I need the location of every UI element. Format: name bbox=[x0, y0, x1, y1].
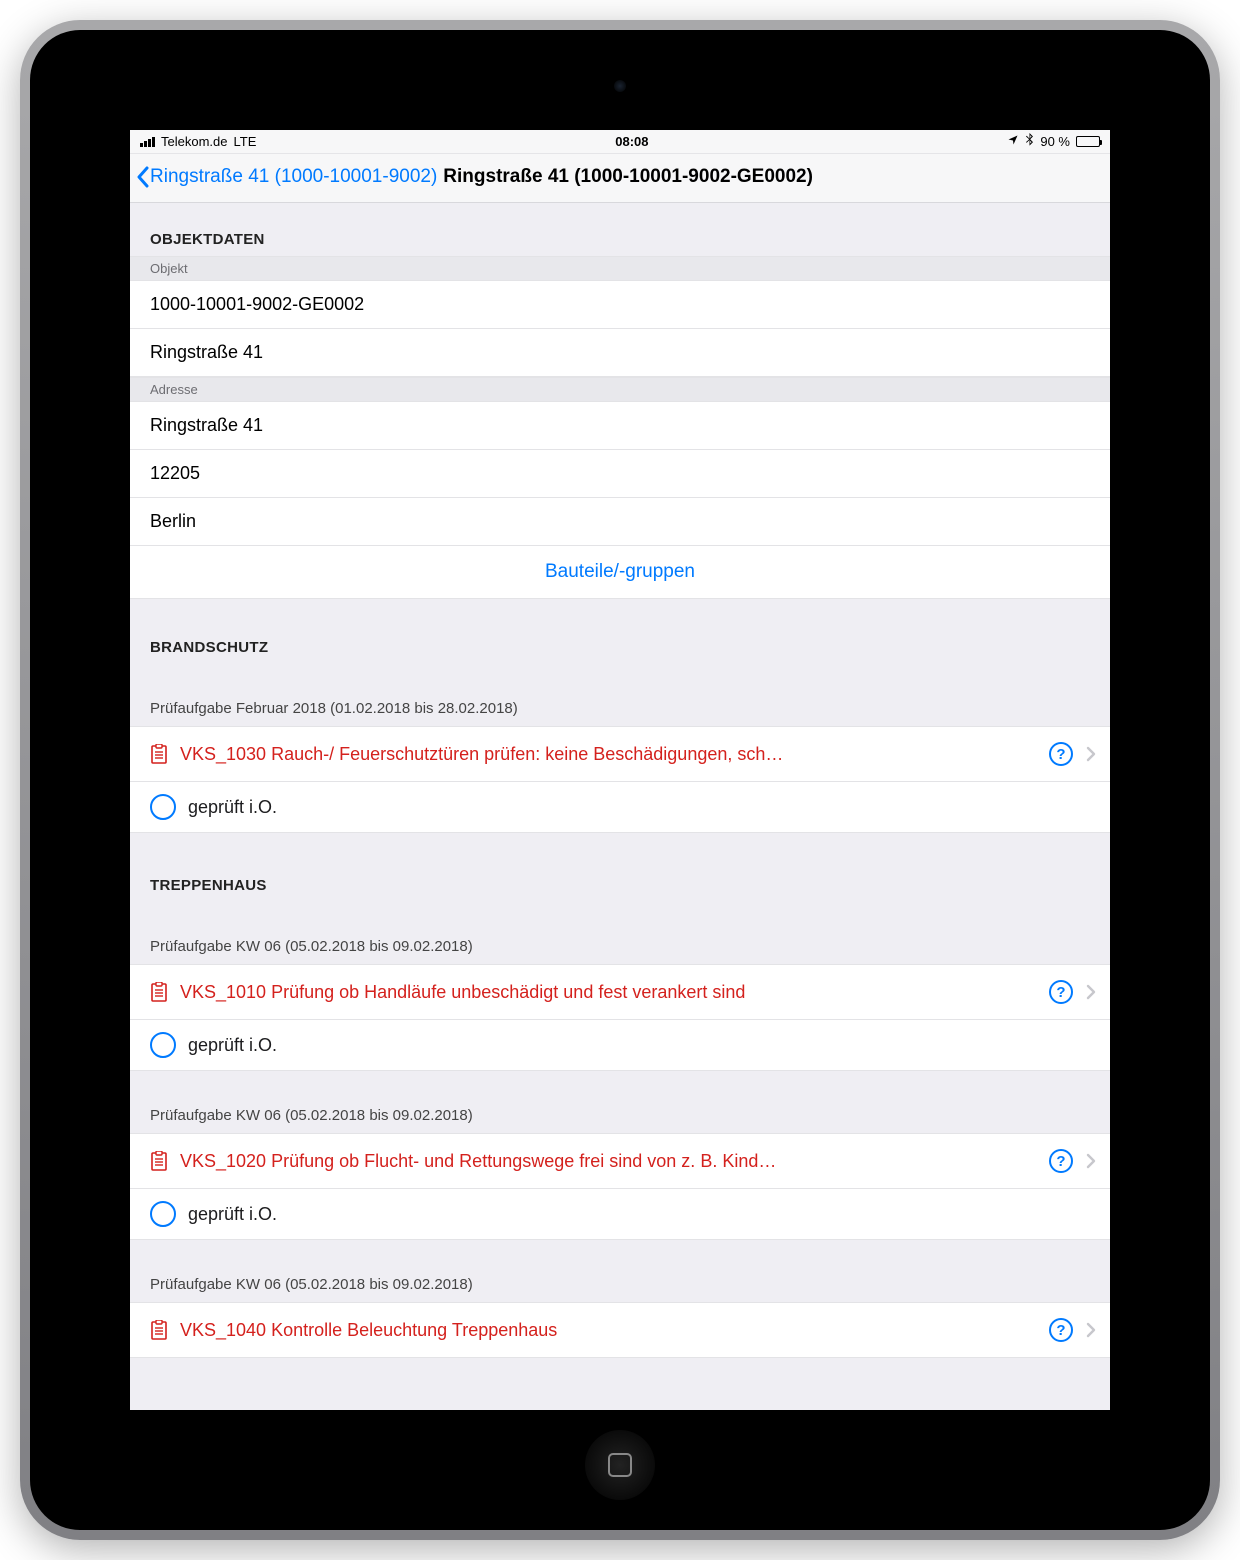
camera bbox=[614, 80, 626, 92]
chevron-right-icon bbox=[1086, 984, 1096, 1000]
network-label: LTE bbox=[233, 134, 256, 149]
check-label: geprüft i.O. bbox=[188, 797, 277, 818]
task-title: VKS_1010 Prüfung ob Handläufe unbeschädi… bbox=[180, 982, 1036, 1003]
field-value-adr-street: Ringstraße 41 bbox=[130, 402, 1110, 450]
check-row-vks1030[interactable]: geprüft i.O. bbox=[130, 782, 1110, 833]
section-header-brandschutz: BRANDSCHUTZ bbox=[130, 599, 1110, 664]
chevron-right-icon bbox=[1086, 1322, 1096, 1338]
chevron-left-icon bbox=[136, 166, 150, 188]
status-bar: Telekom.de LTE 08:08 90 % bbox=[130, 130, 1110, 154]
back-button[interactable]: Ringstraße 41 (1000-10001-9002) bbox=[136, 166, 437, 188]
task-row-vks1040[interactable]: VKS_1040 Kontrolle Beleuchtung Treppenha… bbox=[130, 1302, 1110, 1358]
page-title: Ringstraße 41 (1000-10001-9002-GE0002) bbox=[443, 166, 813, 188]
help-icon[interactable]: ? bbox=[1048, 979, 1074, 1005]
task-title: VKS_1040 Kontrolle Beleuchtung Treppenha… bbox=[180, 1320, 1036, 1341]
help-icon[interactable]: ? bbox=[1048, 741, 1074, 767]
battery-icon bbox=[1076, 136, 1100, 147]
clock-label: 08:08 bbox=[615, 134, 648, 149]
svg-text:?: ? bbox=[1056, 746, 1065, 763]
document-icon bbox=[150, 1320, 168, 1340]
screen: Telekom.de LTE 08:08 90 % bbox=[130, 130, 1110, 1410]
document-icon bbox=[150, 982, 168, 1002]
nav-bar: Ringstraße 41 (1000-10001-9002) Ringstra… bbox=[130, 154, 1110, 203]
check-row-vks1020[interactable]: geprüft i.O. bbox=[130, 1189, 1110, 1240]
task-period-label: Prüfaufgabe Februar 2018 (01.02.2018 bis… bbox=[130, 664, 1110, 727]
check-row-vks1010[interactable]: geprüft i.O. bbox=[130, 1020, 1110, 1071]
chevron-right-icon bbox=[1086, 746, 1096, 762]
tablet-frame: Telekom.de LTE 08:08 90 % bbox=[20, 20, 1220, 1540]
check-label: geprüft i.O. bbox=[188, 1035, 277, 1056]
check-label: geprüft i.O. bbox=[188, 1204, 277, 1225]
document-icon bbox=[150, 744, 168, 764]
back-label: Ringstraße 41 (1000-10001-9002) bbox=[150, 166, 437, 188]
home-button[interactable] bbox=[585, 1430, 655, 1500]
help-icon[interactable]: ? bbox=[1048, 1148, 1074, 1174]
field-value-city: Berlin bbox=[130, 498, 1110, 546]
signal-icon bbox=[140, 137, 155, 147]
svg-text:?: ? bbox=[1056, 984, 1065, 1001]
task-row-vks1020[interactable]: VKS_1020 Prüfung ob Flucht- und Rettungs… bbox=[130, 1133, 1110, 1189]
field-value-plz: 12205 bbox=[130, 450, 1110, 498]
location-icon bbox=[1007, 134, 1019, 149]
field-value-objekt: 1000-10001-9002-GE0002 bbox=[130, 281, 1110, 329]
task-row-vks1010[interactable]: VKS_1010 Prüfung ob Handläufe unbeschädi… bbox=[130, 964, 1110, 1020]
radio-unchecked-icon[interactable] bbox=[150, 1032, 176, 1058]
task-period-label: Prüfaufgabe KW 06 (05.02.2018 bis 09.02.… bbox=[130, 902, 1110, 965]
task-period-label: Prüfaufgabe KW 06 (05.02.2018 bis 09.02.… bbox=[130, 1240, 1110, 1303]
help-icon[interactable]: ? bbox=[1048, 1317, 1074, 1343]
section-header-objektdaten: OBJEKTDATEN bbox=[130, 203, 1110, 256]
bauteile-link-label: Bauteile/-gruppen bbox=[545, 561, 695, 582]
field-label-objekt: Objekt bbox=[130, 256, 1110, 280]
task-title: VKS_1020 Prüfung ob Flucht- und Rettungs… bbox=[180, 1151, 1036, 1172]
task-period-label: Prüfaufgabe KW 06 (05.02.2018 bis 09.02.… bbox=[130, 1071, 1110, 1134]
svg-text:?: ? bbox=[1056, 1153, 1065, 1170]
chevron-right-icon bbox=[1086, 1153, 1096, 1169]
content-scroll[interactable]: OBJEKTDATEN Objekt 1000-10001-9002-GE000… bbox=[130, 203, 1110, 1407]
svg-text:?: ? bbox=[1056, 1322, 1065, 1339]
field-label-adresse: Adresse bbox=[130, 377, 1110, 401]
task-title: VKS_1030 Rauch-/ Feuerschutztüren prüfen… bbox=[180, 744, 1036, 765]
document-icon bbox=[150, 1151, 168, 1171]
section-header-treppenhaus: TREPPENHAUS bbox=[130, 833, 1110, 902]
bluetooth-icon bbox=[1025, 133, 1034, 150]
radio-unchecked-icon[interactable] bbox=[150, 1201, 176, 1227]
bauteile-link[interactable]: Bauteile/-gruppen bbox=[130, 545, 1110, 599]
task-row-vks1030[interactable]: VKS_1030 Rauch-/ Feuerschutztüren prüfen… bbox=[130, 726, 1110, 782]
battery-pct-label: 90 % bbox=[1040, 134, 1070, 149]
field-value-street: Ringstraße 41 bbox=[130, 329, 1110, 377]
radio-unchecked-icon[interactable] bbox=[150, 794, 176, 820]
carrier-label: Telekom.de bbox=[161, 134, 227, 149]
